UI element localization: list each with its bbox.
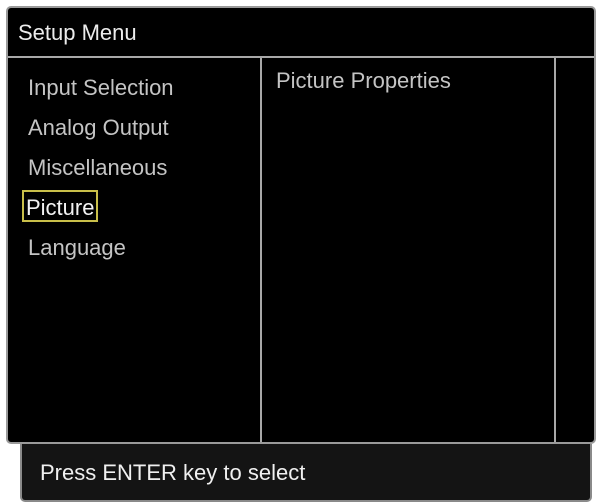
submenu-column: Picture Properties [262, 58, 556, 442]
panel-heading[interactable]: Picture Properties [276, 68, 451, 94]
menu-column: Input Selection Analog Output Miscellane… [8, 58, 262, 442]
title-bar: Setup Menu [8, 8, 594, 58]
menu-item-picture[interactable]: Picture [22, 190, 99, 222]
menu-item-language[interactable]: Language [22, 230, 132, 262]
window-title: Setup Menu [18, 20, 137, 45]
status-bar: Press ENTER key to select [20, 444, 592, 502]
status-text: Press ENTER key to select [40, 460, 306, 485]
menu-item-miscellaneous[interactable]: Miscellaneous [22, 150, 173, 182]
setup-menu-window: Setup Menu Input Selection Analog Output… [6, 6, 596, 444]
value-column [556, 58, 594, 442]
menu-item-analog-output[interactable]: Analog Output [22, 110, 175, 142]
menu-item-input-selection[interactable]: Input Selection [22, 70, 180, 102]
